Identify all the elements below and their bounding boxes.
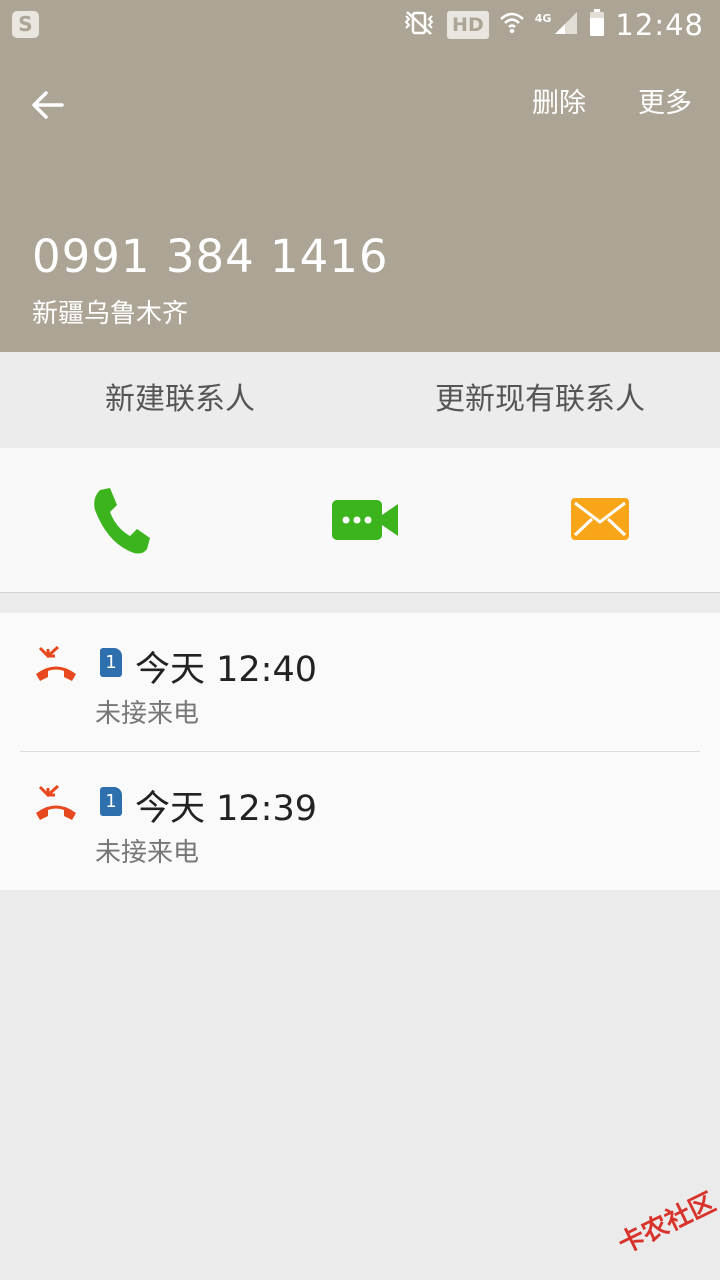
phone-number: 0991 384 1416 [32, 230, 389, 283]
battery-icon [589, 9, 605, 41]
more-button[interactable]: 更多 [638, 84, 692, 124]
call-time: 今天 12:39 [135, 789, 317, 829]
contact-header: S HD 4G 12:48 删除 更多 0991 384 1416 新疆乌鲁木齐 [0, 0, 720, 352]
message-icon[interactable] [570, 496, 630, 546]
delete-button[interactable]: 删除 [532, 84, 586, 124]
call-log-item[interactable]: 1 今天 12:40 未接来电 [0, 613, 720, 752]
communication-actions [0, 448, 720, 593]
update-contact-button[interactable]: 更新现有联系人 [360, 352, 720, 448]
missed-call-icon [36, 784, 76, 820]
watermark-text: 卡农社区 [613, 1187, 720, 1260]
sim-card-badge: 1 [100, 787, 122, 816]
call-log-item[interactable]: 1 今天 12:39 未接来电 [0, 752, 720, 890]
wifi-icon [499, 10, 525, 40]
new-contact-button[interactable]: 新建联系人 [0, 352, 360, 448]
status-bar: S HD 4G 12:48 [0, 0, 720, 50]
network-type-label: 4G [534, 11, 552, 25]
status-time: 12:48 [615, 8, 704, 42]
number-location: 新疆乌鲁木齐 [32, 299, 189, 329]
sim-card-badge: 1 [100, 648, 122, 677]
app-notification-icon: S [12, 11, 39, 38]
arrow-left-icon [32, 91, 64, 119]
contact-actions: 新建联系人 更新现有联系人 [0, 352, 720, 448]
status-icons: HD 4G 12:48 [401, 6, 704, 44]
missed-call-icon [36, 645, 76, 681]
watermark-logo: 卡农社区 [602, 1169, 720, 1276]
video-call-icon[interactable] [330, 496, 400, 548]
call-status: 未接来电 [95, 838, 200, 868]
back-button[interactable] [26, 84, 70, 128]
signal-icon [553, 10, 579, 40]
call-time: 今天 12:40 [135, 650, 317, 690]
vibrate-mute-icon [401, 10, 437, 40]
phone-icon[interactable] [88, 486, 152, 560]
call-status: 未接来电 [95, 699, 200, 729]
hd-voice-badge: HD [447, 11, 489, 39]
call-history: 1 今天 12:40 未接来电 1 今天 12:39 未接来电 [0, 613, 720, 890]
